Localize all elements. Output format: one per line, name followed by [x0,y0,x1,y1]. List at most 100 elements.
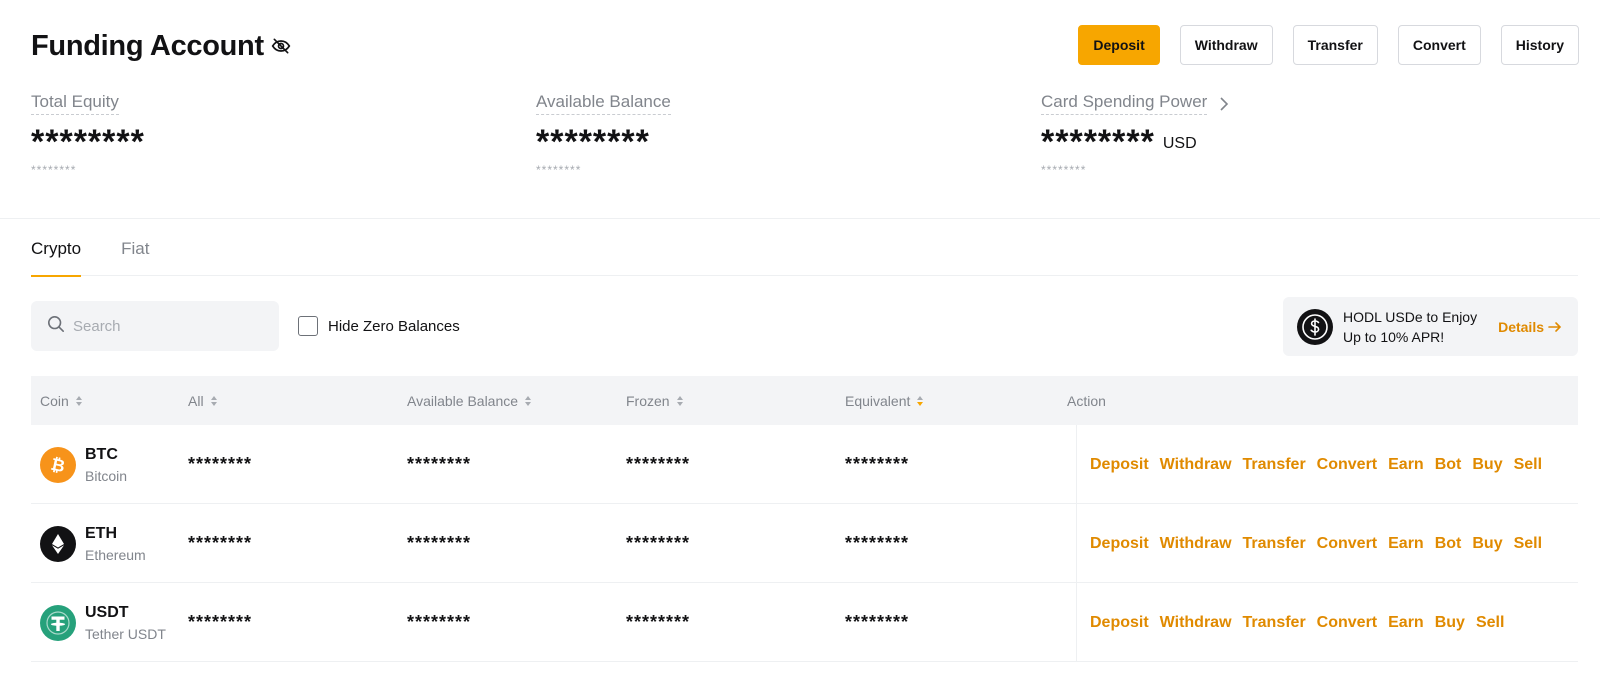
header-all[interactable]: All [188,376,218,425]
action-sell-link[interactable]: Sell [1514,535,1542,553]
table-row: ETH Ethereum ******** ******** ******** … [31,504,1578,583]
promo-details-label: Details [1498,318,1544,335]
arrow-right-icon [1548,321,1562,332]
promo-text-line1: HODL USDe to Enjoy [1343,308,1478,325]
action-convert-link[interactable]: Convert [1317,456,1377,474]
page-title: Funding Account [31,29,264,62]
promo-banner: HODL USDe to Enjoy Up to 10% APR! Detail… [1283,297,1578,356]
available-value: ******** [407,454,472,474]
action-cell: Deposit Withdraw Transfer Convert Earn B… [1076,504,1553,583]
action-convert-link[interactable]: Convert [1317,535,1377,553]
card-spending-label[interactable]: Card Spending Power [1041,92,1208,115]
total-equity-sub: ******** [31,163,77,177]
frozen-value: ******** [626,533,691,553]
assets-table: Coin All Available Balance Frozen Equiva… [31,376,1578,662]
equivalent-value: ******** [845,612,910,632]
search-icon [47,315,65,338]
bitcoin-icon: ₿ [40,446,76,483]
top-action-bar: Deposit Withdraw Transfer Convert Histor… [1078,25,1579,65]
available-balance-sub: ******** [536,163,582,177]
available-balance-label[interactable]: Available Balance [536,92,671,115]
action-transfer-link[interactable]: Transfer [1243,535,1306,553]
available-value: ******** [407,533,472,553]
coin-symbol: USDT [85,603,129,621]
usde-coin-icon [1297,308,1333,345]
eye-off-icon[interactable] [270,35,292,57]
total-equity-label[interactable]: Total Equity [31,92,119,115]
total-equity-value: ******** [31,123,145,161]
hide-zero-label: Hide Zero Balances [328,317,460,335]
search-input[interactable] [73,317,253,335]
action-withdraw-link[interactable]: Withdraw [1160,535,1232,553]
chevron-right-icon[interactable] [1219,96,1231,111]
action-convert-link[interactable]: Convert [1317,614,1377,632]
coin-name: Bitcoin [85,467,128,484]
action-cell: Deposit Withdraw Transfer Convert Earn B… [1076,583,1515,662]
balance-summary: Total Equity ******** ******** Available… [31,92,1591,192]
card-spending-value: ******** USD [1041,125,1231,159]
tab-crypto[interactable]: Crypto [31,232,82,277]
asset-tabs: Crypto Fiat [31,232,1578,277]
header-action: Action [1067,376,1106,425]
header-coin-label: Coin [40,392,69,409]
header-action-label: Action [1067,392,1106,409]
header-equivalent[interactable]: Equivalent [845,376,924,425]
convert-button[interactable]: Convert [1397,25,1481,65]
action-transfer-link[interactable]: Transfer [1243,456,1306,474]
action-cell: Deposit Withdraw Transfer Convert Earn B… [1076,425,1553,504]
action-deposit-link[interactable]: Deposit [1090,614,1149,632]
equivalent-value: ******** [845,454,910,474]
promo-details-link[interactable]: Details [1498,319,1562,335]
sort-active-icon [917,395,924,406]
card-spending-amount: ******** [1041,123,1155,161]
action-buy-link[interactable]: Buy [1472,535,1502,553]
coin-cell: ETH Ethereum [40,504,146,583]
sort-icon [525,395,532,406]
search-box [31,301,279,351]
hide-zero-balances-toggle[interactable]: Hide Zero Balances [298,316,460,336]
action-buy-link[interactable]: Buy [1435,614,1465,632]
table-row: USDT Tether USDT ******** ******** *****… [31,583,1578,662]
action-buy-link[interactable]: Buy [1472,456,1502,474]
action-withdraw-link[interactable]: Withdraw [1160,456,1232,474]
action-bot-link[interactable]: Bot [1435,535,1462,553]
withdraw-button[interactable]: Withdraw [1179,25,1273,65]
transfer-button[interactable]: Transfer [1292,25,1378,65]
available-value: ******** [407,612,472,632]
page-header: Funding Account [31,26,292,66]
promo-text: HODL USDe to Enjoy Up to 10% APR! [1343,307,1493,347]
action-transfer-link[interactable]: Transfer [1243,614,1306,632]
header-all-label: All [188,392,204,409]
hide-zero-checkbox[interactable] [298,316,318,336]
header-available[interactable]: Available Balance [407,376,532,425]
action-bot-link[interactable]: Bot [1435,456,1462,474]
sort-icon [210,395,217,406]
header-frozen[interactable]: Frozen [626,376,684,425]
action-deposit-link[interactable]: Deposit [1090,456,1149,474]
available-balance-stat: Available Balance ******** ******** [536,92,671,177]
header-frozen-label: Frozen [626,392,670,409]
action-earn-link[interactable]: Earn [1388,456,1424,474]
tab-fiat[interactable]: Fiat [121,232,149,276]
promo-text-line2: Up to 10% APR! [1343,328,1445,345]
action-sell-link[interactable]: Sell [1514,456,1542,474]
action-deposit-link[interactable]: Deposit [1090,535,1149,553]
table-header: Coin All Available Balance Frozen Equiva… [31,376,1578,425]
action-earn-link[interactable]: Earn [1388,614,1424,632]
coin-name: Tether USDT [85,625,166,642]
deposit-button[interactable]: Deposit [1078,25,1160,65]
action-earn-link[interactable]: Earn [1388,535,1424,553]
action-withdraw-link[interactable]: Withdraw [1160,614,1232,632]
coin-cell: ₿ BTC Bitcoin [40,425,127,504]
frozen-value: ******** [626,454,691,474]
card-spending-stat: Card Spending Power ******** USD ******** [1041,92,1231,177]
sort-icon [676,395,683,406]
history-button[interactable]: History [1500,25,1579,65]
coin-symbol: BTC [85,445,118,463]
coin-symbol: ETH [85,524,117,542]
all-value: ******** [188,454,253,474]
all-value: ******** [188,533,253,553]
header-coin[interactable]: Coin [40,376,83,425]
action-sell-link[interactable]: Sell [1476,614,1504,632]
card-spending-unit: USD [1162,135,1197,153]
